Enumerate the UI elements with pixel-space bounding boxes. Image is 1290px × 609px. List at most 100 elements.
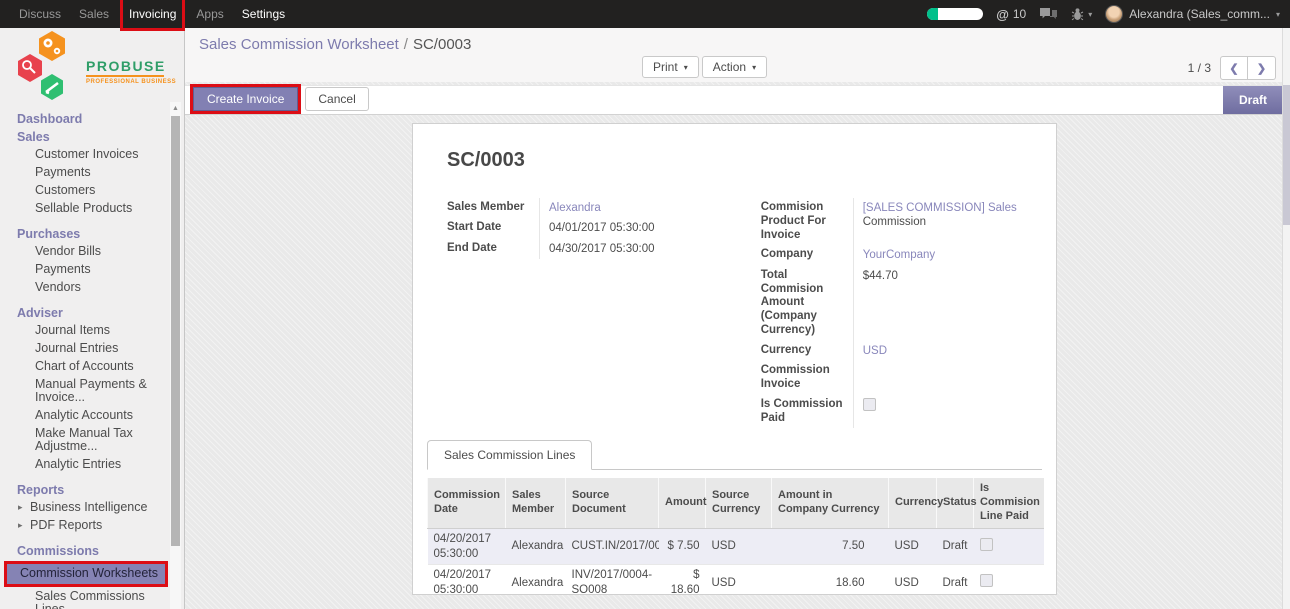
cell-line-paid [974,528,1044,565]
cancel-button[interactable]: Cancel [305,87,368,111]
cell-currency: USD [889,528,937,565]
messages-menu[interactable] [1039,7,1058,21]
currency-link[interactable]: USD [863,345,887,357]
action-button-label: Action [713,60,746,74]
cell-commission-date: 04/20/2017 05:30:00 [428,528,506,565]
sidebar-scrollbar-thumb[interactable] [171,116,180,546]
sidebar-item-journal-entries[interactable]: Journal Entries [0,340,168,358]
sidebar-section-sales[interactable]: Sales [0,128,168,146]
sidebar-item-dashboard[interactable]: Dashboard [0,110,168,128]
sidebar-item-purchase-payments[interactable]: Payments [0,261,168,279]
sidebar-section-reports[interactable]: Reports [0,481,168,499]
brand-name: PROBUSE [86,58,174,74]
sidebar-section-purchases[interactable]: Purchases [0,225,168,243]
pager-count: 1 / 3 [1188,61,1211,75]
cell-amount-company: 18.60 [772,565,889,595]
user-menu[interactable]: Alexandra (Sales_comm... ▾ [1105,5,1280,23]
column-header[interactable]: Sales Member [506,478,566,528]
field-label: Currency [761,341,853,361]
column-header[interactable]: Amount in Company Currency [772,478,889,528]
cell-status: Draft [937,528,974,565]
line-paid-checkbox[interactable] [980,574,993,587]
page-scrollbar-thumb[interactable] [1283,85,1290,225]
field-end-date: End Date 04/30/2017 05:30:00 [447,239,736,259]
sidebar-item-label: Business Intelligence [30,500,147,514]
debug-menu[interactable]: ▾ [1071,7,1092,21]
column-header[interactable]: Is Commision Line Paid [974,478,1044,528]
commission-invoice-value[interactable] [853,361,1022,395]
cell-source-document: CUST.IN/2017/0001 [566,528,659,565]
column-header[interactable]: Currency [889,478,937,528]
table-row[interactable]: 04/20/2017 05:30:00 Alexandra INV/2017/0… [428,565,1044,595]
menu-section-commissions: Commissions Commission Worksheets Sales … [0,542,168,609]
cell-source-document: INV/2017/0004-SO008 [566,565,659,595]
pager-previous-button[interactable]: ❮ [1220,56,1248,80]
column-header[interactable]: Amount [659,478,706,528]
breadcrumb: Sales Commission Worksheet/SC/0003 [199,36,1276,53]
sidebar-item-chart-of-accounts[interactable]: Chart of Accounts [0,358,168,376]
probuse-logo-hexagons [6,30,84,104]
breadcrumb-parent-link[interactable]: Sales Commission Worksheet [199,36,399,53]
column-header[interactable]: Status [937,478,974,528]
sidebar-item-commission-worksheets[interactable]: Commission Worksheets [7,564,165,584]
sidebar-item-manual-payments[interactable]: Manual Payments & Invoice... [0,376,168,407]
menu-sales[interactable]: Sales [70,1,118,27]
sidebar-item-manual-tax-adjustment[interactable]: Make Manual Tax Adjustme... [0,425,168,456]
sidebar-item-vendors[interactable]: Vendors [0,279,168,297]
end-date-value[interactable]: 04/30/2017 05:30:00 [539,239,736,259]
scroll-up-arrow-icon[interactable]: ▲ [170,104,181,113]
sidebar-item-pdf-reports[interactable]: ▸PDF Reports [0,517,168,535]
sidebar-item-sales-commissions-lines[interactable]: Sales Commissions Lines [0,588,168,609]
sidebar-item-customers[interactable]: Customers [0,182,168,200]
commission-product-link[interactable]: [SALES COMMISSION] Sales [863,202,1017,214]
sidebar-section-commissions[interactable]: Commissions [0,542,168,560]
field-commission-product: Commision Product For Invoice [SALES COM… [761,198,1022,245]
column-header[interactable]: Commission Date [428,478,506,528]
is-commission-paid-checkbox[interactable] [863,398,876,411]
tab-strip: Sales Commission Lines [427,440,1042,470]
form-statusbar: Create Invoice Cancel Draft [185,85,1290,115]
status-badge-draft[interactable]: Draft [1223,86,1283,114]
column-header[interactable]: Source Document [566,478,659,528]
line-paid-checkbox[interactable] [980,538,993,551]
sales-member-link[interactable]: Alexandra [549,202,601,214]
cell-commission-date: 04/20/2017 05:30:00 [428,565,506,595]
sidebar-item-analytic-accounts[interactable]: Analytic Accounts [0,407,168,425]
timer-widget[interactable] [927,8,983,20]
activities-menu[interactable]: @ 10 [996,7,1026,22]
menu-apps[interactable]: Apps [187,1,232,27]
page-scrollbar[interactable] [1282,28,1290,609]
table-row[interactable]: 04/20/2017 05:30:00 Alexandra CUST.IN/20… [428,528,1044,565]
sidebar-item-analytic-entries[interactable]: Analytic Entries [0,456,168,474]
expand-arrow-icon: ▸ [18,501,30,514]
company-link[interactable]: YourCompany [863,249,935,261]
cell-status: Draft [937,565,974,595]
sidebar-item-sellable-products[interactable]: Sellable Products [0,200,168,218]
record-title: SC/0003 [447,149,1056,172]
menu-invoicing[interactable]: Invoicing [129,7,176,21]
sidebar-item-vendor-bills[interactable]: Vendor Bills [0,243,168,261]
menu-settings[interactable]: Settings [233,1,294,27]
sidebar-item-payments[interactable]: Payments [0,164,168,182]
sidebar-item-journal-items[interactable]: Journal Items [0,322,168,340]
create-invoice-button[interactable]: Create Invoice [193,87,298,111]
caret-down-icon: ▾ [684,63,688,72]
total-commission-value: $44.70 [853,266,1022,341]
probuse-logo-text: PROBUSE PROFESSIONAL BUSINESS [86,58,174,85]
cell-amount: $ 18.60 [659,565,706,595]
print-button[interactable]: Print▾ [642,56,699,78]
action-button[interactable]: Action▾ [702,56,767,78]
sidebar-item-customer-invoices[interactable]: Customer Invoices [0,146,168,164]
menu-discuss[interactable]: Discuss [10,1,70,27]
cell-currency: USD [889,565,937,595]
tab-sales-commission-lines[interactable]: Sales Commission Lines [427,440,592,470]
sidebar-item-business-intelligence[interactable]: ▸Business Intelligence [0,499,168,517]
column-header[interactable]: Source Currency [706,478,772,528]
start-date-value[interactable]: 04/01/2017 05:30:00 [539,218,736,238]
pager-next-button[interactable]: ❯ [1248,56,1276,80]
field-is-commission-paid: Is Commission Paid [761,395,1022,429]
sidebar-item-label: PDF Reports [30,518,102,532]
annotation-box-create-invoice: Create Invoice [190,84,301,114]
sidebar-section-adviser[interactable]: Adviser [0,304,168,322]
sidebar-scrollbar[interactable]: ▲ [170,102,181,609]
